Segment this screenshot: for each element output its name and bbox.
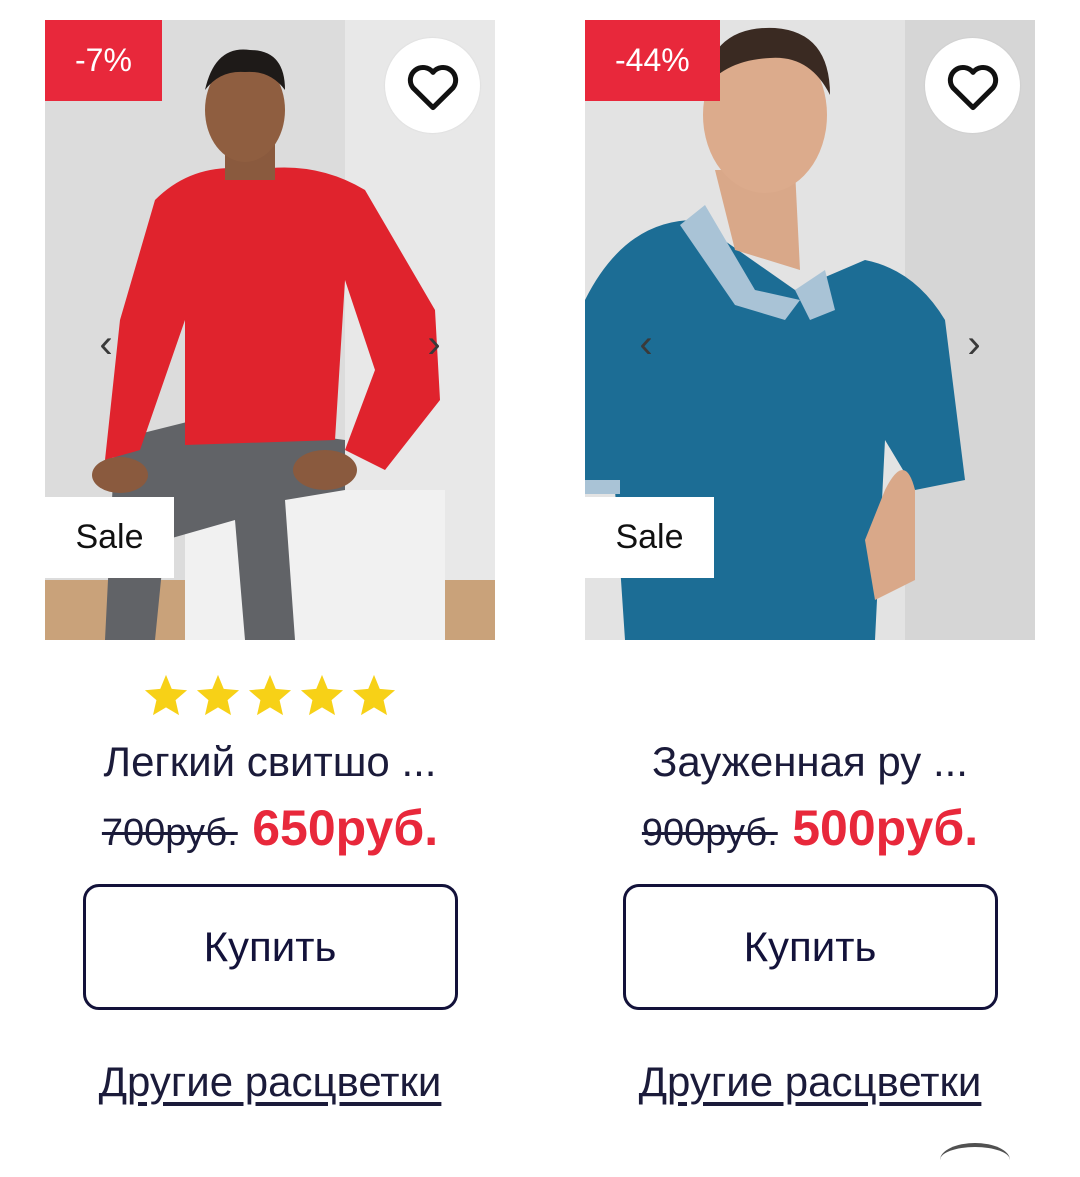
star-icon [247,673,293,717]
product-image[interactable]: -44% ‹ › Sale [585,20,1035,640]
heart-icon [407,64,458,110]
favorite-button[interactable] [925,38,1020,133]
star-icon [299,673,345,717]
image-prev-arrow[interactable]: ‹ [631,320,661,368]
buy-button[interactable]: Купить [622,884,998,1010]
other-colors-link[interactable]: Другие расцветки [45,1058,495,1106]
product-image[interactable]: -7% ‹ › Sale [45,20,495,640]
old-price: 900руб. [641,812,778,854]
star-icon [351,673,397,717]
partial-scroll-button-edge [940,1143,1010,1177]
rating-stars-empty [585,660,1035,730]
star-icon [143,673,189,717]
sale-price: 500руб. [792,800,979,856]
price-block: 700руб. 650руб. [45,800,495,856]
product-title[interactable]: Зауженная ру ... [585,736,1035,788]
other-colors-link[interactable]: Другие расцветки [585,1058,1035,1106]
star-icon [195,673,241,717]
product-title[interactable]: Легкий свитшо ... [45,736,495,788]
sale-badge: Sale [585,497,714,578]
image-next-arrow[interactable]: › [419,320,449,368]
heart-icon [947,64,998,110]
discount-badge: -44% [585,20,720,101]
buy-button[interactable]: Купить [82,884,458,1010]
image-prev-arrow[interactable]: ‹ [91,320,121,368]
sale-price: 650руб. [252,800,439,856]
product-card: -7% ‹ › Sale Легкий свитшо ... 700руб. 6… [45,20,495,1106]
favorite-button[interactable] [385,38,480,133]
discount-badge: -7% [45,20,162,101]
old-price: 700руб. [101,812,238,854]
image-next-arrow[interactable]: › [959,320,989,368]
rating-stars [45,660,495,730]
product-card: -44% ‹ › Sale Зауженная ру ... 900руб. 5… [585,20,1035,1106]
sale-badge: Sale [45,497,174,578]
price-block: 900руб. 500руб. [585,800,1035,856]
